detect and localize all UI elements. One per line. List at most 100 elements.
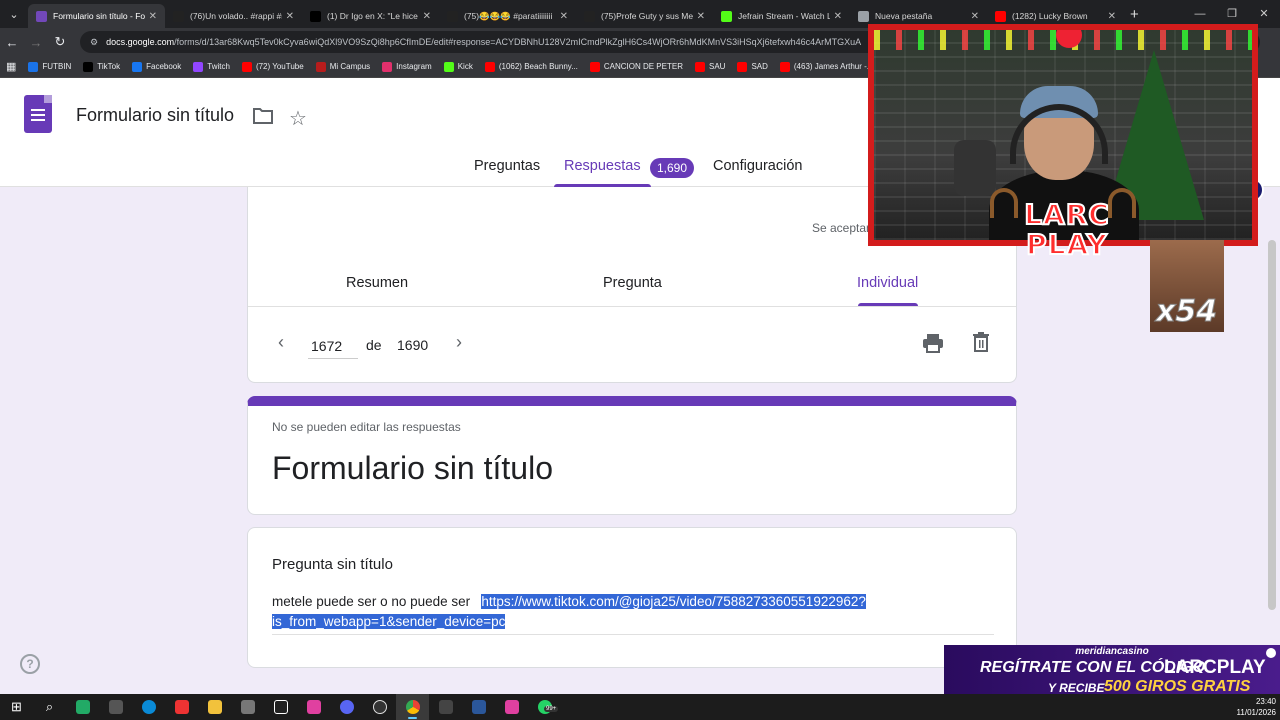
capcut-icon[interactable]	[264, 694, 297, 720]
tab-close-icon[interactable]: ✕	[834, 11, 842, 22]
browser-tab[interactable]: (1) Dr Igo en X: "Le hice el ✕	[302, 4, 439, 28]
tab-close-icon[interactable]: ✕	[1108, 11, 1116, 22]
bookmark-label: Mi Campus	[329, 62, 371, 71]
discord-icon[interactable]	[330, 694, 363, 720]
word-icon[interactable]	[462, 694, 495, 720]
tab-close-icon[interactable]: ✕	[423, 11, 431, 22]
tab-question[interactable]: Pregunta	[603, 275, 662, 291]
bookmark-favicon-icon	[315, 61, 326, 72]
pink-app-icon[interactable]	[297, 694, 330, 720]
next-response-icon[interactable]: ›	[456, 332, 462, 353]
responses-count-badge: 1,690	[650, 158, 695, 178]
system-clock[interactable]: 23:40 11/01/2026	[1237, 694, 1276, 720]
bookmark-item[interactable]: FUTBIN	[28, 61, 71, 72]
media-app-icon[interactable]	[165, 694, 198, 720]
browser-tab[interactable]: (75)Profe Guty y sus Mem ✕	[576, 4, 713, 28]
browser-tab[interactable]: (75)😂😂😂 #paratiiiiiiii ✕	[439, 4, 576, 28]
bookmark-favicon-icon	[241, 61, 252, 72]
answer-text[interactable]: metele puede ser o no puede ser https://…	[272, 592, 994, 635]
bookmark-favicon-icon	[382, 61, 393, 72]
bookmark-favicon-icon	[694, 61, 705, 72]
response-number-input[interactable]: 1672	[308, 335, 358, 359]
new-tab-button[interactable]: +	[1130, 6, 1139, 23]
bookmark-item[interactable]: (463) James Arthur -...	[779, 61, 874, 72]
browser-tab[interactable]: Formulario sin título - For ✕	[28, 4, 165, 28]
tab-summary[interactable]: Resumen	[346, 275, 408, 291]
url-domain: docs.google.com	[106, 37, 175, 47]
bookmark-label: Kick	[457, 62, 473, 71]
stream-logo-line2: PLAY	[1025, 228, 1108, 261]
bookmark-item[interactable]: Mi Campus	[315, 61, 371, 72]
bookmark-item[interactable]: Instagram	[382, 61, 432, 72]
bookmark-favicon-icon	[779, 61, 790, 72]
obs-icon[interactable]	[363, 694, 396, 720]
calculator-icon[interactable]	[429, 694, 462, 720]
bookmark-favicon-icon	[83, 61, 94, 72]
bookmark-item[interactable]: (1062) Beach Bunny...	[484, 61, 578, 72]
tab-title: (76)Un volado.. #rappi #n	[190, 11, 282, 21]
pink-app-2-icon[interactable]	[495, 694, 528, 720]
search-icon[interactable]: ⌕	[33, 694, 66, 720]
tab-settings[interactable]: Configuración	[713, 158, 802, 187]
tab-close-icon[interactable]: ✕	[286, 11, 294, 22]
bookmark-item[interactable]: SAU	[694, 61, 725, 72]
bookmark-item[interactable]: (72) YouTube	[241, 61, 304, 72]
tab-close-icon[interactable]: ✕	[149, 11, 157, 22]
site-info-icon[interactable]: ⚙	[90, 37, 98, 48]
ad-line2: Y RECIBE	[1048, 681, 1105, 695]
chrome-icon[interactable]	[396, 694, 429, 720]
bookmark-item[interactable]: SAD	[737, 61, 768, 72]
reload-icon[interactable]: ↻	[48, 34, 72, 50]
help-icon[interactable]: ?	[20, 654, 40, 674]
previous-response-icon[interactable]: ‹	[278, 332, 284, 353]
tab-close-icon[interactable]: ✕	[971, 11, 979, 22]
bookmark-favicon-icon	[28, 61, 39, 72]
folder-icon[interactable]	[253, 107, 273, 129]
bookmark-label: (463) James Arthur -...	[793, 62, 874, 71]
whatsapp-icon[interactable]: 99+	[528, 694, 561, 720]
bookmark-item[interactable]: CANCION DE PETER	[589, 61, 683, 72]
star-icon[interactable]: ☆	[289, 106, 307, 131]
file-explorer-icon[interactable]	[198, 694, 231, 720]
tab-individual[interactable]: Individual	[857, 275, 918, 291]
clock-date: 11/01/2026	[1236, 708, 1276, 717]
tab-favicon-icon	[995, 10, 1006, 22]
bookmark-favicon-icon	[484, 61, 495, 72]
bookmark-item[interactable]: TikTok	[83, 61, 120, 72]
microphone	[954, 140, 996, 196]
back-icon[interactable]: ←	[0, 35, 24, 50]
bookmark-favicon-icon	[737, 61, 748, 72]
bookmark-favicon-icon	[443, 61, 454, 72]
tab-responses[interactable]: Respuestas	[554, 158, 651, 187]
bookmark-item[interactable]: Facebook	[132, 61, 181, 72]
scrollbar-thumb[interactable]	[1268, 240, 1276, 610]
tab-favicon-icon	[447, 10, 458, 22]
bookmark-item[interactable]: Kick	[443, 61, 473, 72]
tab-questions[interactable]: Preguntas	[474, 158, 540, 187]
tab-title: (1) Dr Igo en X: "Le hice el	[327, 11, 419, 21]
windows-start-icon[interactable]: ⊞	[0, 694, 33, 720]
bookmark-label: SAD	[751, 62, 768, 71]
bookmark-item[interactable]: Twitch	[193, 61, 230, 72]
tab-search-icon[interactable]: ⌄	[0, 0, 28, 28]
ad-close-icon[interactable]	[1266, 648, 1276, 658]
edge-icon[interactable]	[132, 694, 165, 720]
delete-icon[interactable]	[972, 332, 990, 357]
print-icon[interactable]	[922, 333, 944, 358]
tab-title: (75)Profe Guty y sus Mem	[601, 11, 693, 21]
tab-title: (75)😂😂😂 #paratiiiiiiii	[464, 10, 553, 21]
app-icon[interactable]	[231, 694, 264, 720]
forward-icon[interactable]: →	[24, 35, 48, 50]
game-app-icon[interactable]	[99, 694, 132, 720]
form-title[interactable]: Formulario sin título	[76, 105, 234, 126]
browser-tab[interactable]: (76)Un volado.. #rappi #n ✕	[165, 4, 302, 28]
google-forms-logo-icon[interactable]	[24, 95, 52, 133]
apps-icon[interactable]: ▦	[6, 60, 16, 73]
tab-close-icon[interactable]: ✕	[697, 11, 705, 22]
browser-tab[interactable]: Jefrain Stream - Watch Liv ✕	[713, 4, 850, 28]
tab-favicon-icon	[310, 10, 321, 22]
bookmark-label: Instagram	[396, 62, 432, 71]
calculator-app-icon[interactable]	[66, 694, 99, 720]
tab-close-icon[interactable]: ✕	[560, 11, 568, 22]
pager-total: 1690	[397, 337, 429, 353]
